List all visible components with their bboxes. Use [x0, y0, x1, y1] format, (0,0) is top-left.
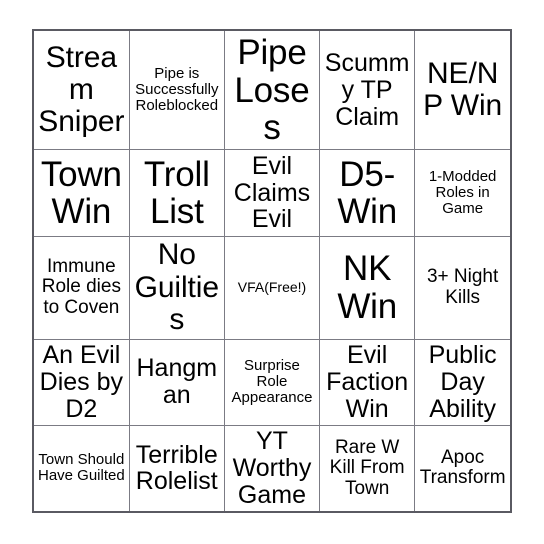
bingo-free-space-cell[interactable]: VFA(Free!): [223, 235, 321, 340]
bingo-cell-label: NE/NP Win: [423, 57, 503, 123]
bingo-cell-label: An Evil Dies by D2: [39, 341, 124, 423]
bingo-cell-label: Stream Sniper: [38, 41, 125, 139]
bingo-card: Stream Sniper Pipe is Successfully Rolebl…: [32, 29, 512, 513]
bingo-cell[interactable]: Apoc Transform: [414, 424, 510, 511]
bingo-cell[interactable]: Stream Sniper: [34, 31, 130, 151]
bingo-cell-label: Hangman: [136, 354, 218, 410]
bingo-cell-label: YT Worthy Game: [232, 427, 312, 509]
bingo-cell[interactable]: Hangman: [128, 338, 225, 426]
bingo-cell[interactable]: Rare W Kill From Town: [319, 424, 416, 511]
bingo-cell[interactable]: Terrible Rolelist: [128, 424, 225, 511]
bingo-cell-label: No Guilties: [134, 238, 219, 336]
bingo-cell[interactable]: 3+ Night Kills: [414, 235, 510, 340]
bingo-cell[interactable]: Pipe Loses: [223, 31, 321, 151]
bingo-cell-label: NK Win: [337, 249, 397, 326]
bingo-grid: Stream Sniper Pipe is Successfully Rolebl…: [34, 31, 510, 511]
bingo-cell-label: Terrible Rolelist: [135, 440, 218, 496]
bingo-cell-label: Pipe is Successfully Roleblocked: [135, 65, 219, 115]
bingo-cell-label: Town Should Have Guilted: [37, 451, 125, 485]
bingo-row: An Evil Dies by D2 Hangman Surprise Role A…: [34, 338, 510, 426]
bingo-cell-label: D5-Win: [337, 154, 397, 232]
bingo-cell-label: Apoc Transform: [419, 447, 506, 489]
bingo-cell-label: VFA(Free!): [237, 279, 307, 296]
bingo-cell[interactable]: Town Should Have Guilted: [34, 424, 130, 511]
bingo-cell-label: Rare W Kill From Town: [329, 436, 405, 499]
bingo-cell[interactable]: NE/NP Win: [414, 31, 510, 151]
bingo-cell[interactable]: 1-Modded Roles in Game: [414, 149, 510, 237]
bingo-cell[interactable]: Evil Faction Win: [319, 338, 416, 426]
bingo-cell-label: 1-Modded Roles in Game: [428, 167, 497, 218]
bingo-cell-label: Troll List: [143, 154, 210, 232]
bingo-grid-body: Stream Sniper Pipe is Successfully Rolebl…: [34, 31, 510, 511]
bingo-cell-label: Immune Role dies to Coven: [41, 256, 121, 318]
bingo-cell-label: Town Win: [40, 154, 122, 232]
bingo-cell[interactable]: An Evil Dies by D2: [34, 338, 130, 426]
bingo-cell[interactable]: Public Day Ability: [414, 338, 510, 426]
bingo-cell[interactable]: NK Win: [319, 235, 416, 340]
bingo-cell-label: 3+ Night Kills: [426, 266, 499, 308]
bingo-cell-label: Evil Faction Win: [326, 341, 409, 423]
bingo-row: Town Should Have Guilted Terrible Rolelis…: [34, 424, 510, 511]
bingo-cell[interactable]: No Guilties: [128, 235, 225, 340]
bingo-cell[interactable]: Surprise Role Appearance: [223, 338, 321, 426]
bingo-cell-label: Public Day Ability: [428, 341, 497, 423]
bingo-row: Town Win Troll List Evil Claims Evil D5-Win…: [34, 149, 510, 237]
bingo-cell-label: Surprise Role Appearance: [231, 357, 313, 407]
bingo-row: Immune Role dies to Coven No Guilties VFA(…: [34, 235, 510, 340]
bingo-cell[interactable]: Evil Claims Evil: [223, 149, 321, 237]
bingo-cell-label: Pipe Loses: [234, 33, 310, 147]
bingo-cell[interactable]: Scummy TP Claim: [319, 31, 416, 151]
bingo-cell-label: Evil Claims Evil: [233, 151, 311, 234]
bingo-cell[interactable]: YT Worthy Game: [223, 424, 321, 511]
bingo-cell-label: Scummy TP Claim: [324, 49, 410, 131]
bingo-row: Stream Sniper Pipe is Successfully Rolebl…: [34, 31, 510, 151]
bingo-cell[interactable]: Town Win: [34, 149, 130, 237]
bingo-cell[interactable]: D5-Win: [319, 149, 416, 237]
bingo-cell[interactable]: Immune Role dies to Coven: [34, 235, 130, 340]
bingo-cell[interactable]: Troll List: [128, 149, 225, 237]
bingo-cell[interactable]: Pipe is Successfully Roleblocked: [128, 31, 225, 151]
